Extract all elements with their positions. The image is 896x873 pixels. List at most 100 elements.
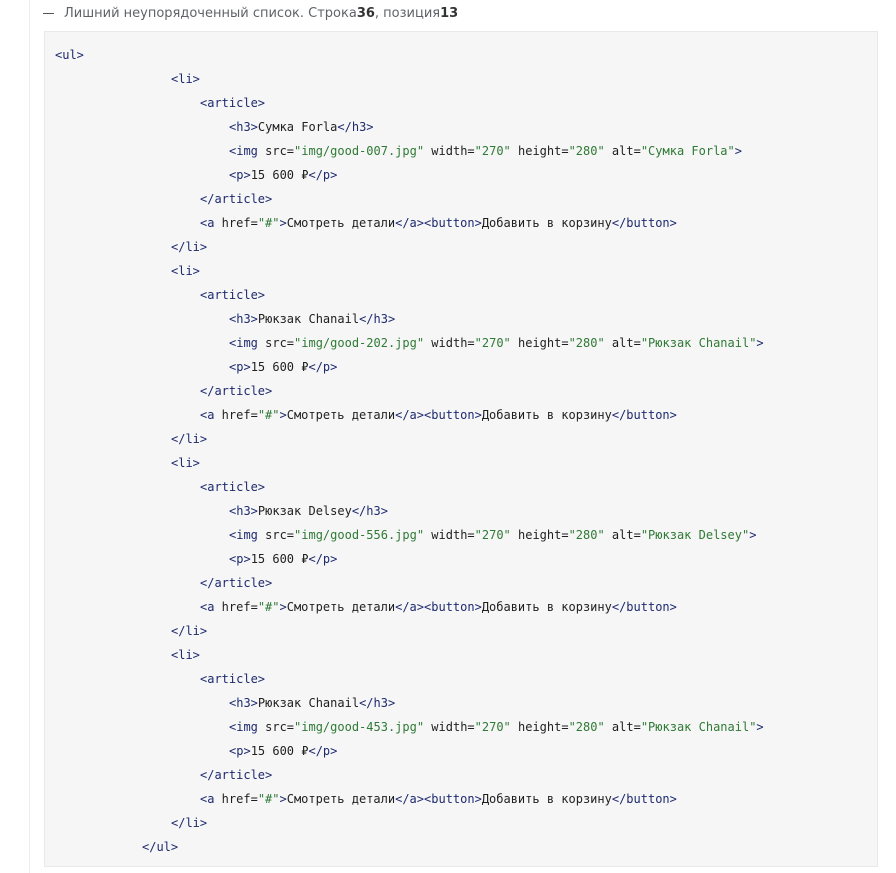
code-line-img: <img src="img/good-556.jpg" width="270" … [229, 525, 756, 545]
code-token: </a> [395, 792, 425, 806]
code-token: <button> [424, 792, 482, 806]
code-token: Рюкзак Delsey [257, 504, 352, 518]
code-token: </a> [395, 408, 425, 422]
code-line-h3: <h3>Сумка Forla</h3> [229, 117, 374, 137]
code-token: </p> [308, 168, 338, 182]
code-token: </a> [395, 216, 425, 230]
code-token: width= [424, 720, 475, 734]
code-token: </h3> [359, 312, 396, 326]
left-divider [29, 0, 30, 873]
code-line-actions: <a href="#">Смотреть детали</a><button>Д… [200, 789, 677, 809]
code-line-actions: <a href="#">Смотреть детали</a><button>Д… [200, 597, 677, 617]
code-line-li-open: <li> [171, 69, 200, 89]
code-line-ul-close: </ul> [142, 837, 178, 857]
code-token: <a [200, 792, 215, 806]
code-token: <a [200, 216, 215, 230]
code-token: <img [229, 720, 258, 734]
code-line-price: <p>15 600 ₽</p> [229, 549, 337, 569]
code-token: </article> [200, 768, 273, 782]
code-token: </li> [171, 432, 208, 446]
code-token: <p> [229, 168, 251, 182]
code-line-article-open: <article> [200, 285, 265, 305]
code-token: <article> [200, 96, 266, 110]
code-token: width= [424, 144, 475, 158]
code-line-h3: <h3>Рюкзак Delsey</h3> [229, 501, 388, 521]
code-token: <li> [171, 456, 200, 470]
code-token: </ul> [142, 840, 179, 854]
code-line-img: <img src="img/good-453.jpg" width="270" … [229, 717, 764, 737]
code-token: </p> [308, 360, 338, 374]
code-line-article-open: <article> [200, 93, 265, 113]
code-token: <p> [229, 360, 251, 374]
code-token: height= [510, 720, 569, 734]
code-token: href= [214, 600, 258, 614]
code-token: </li> [171, 240, 208, 254]
error-text: Лишний неупорядоченный список. Строка [64, 5, 357, 21]
code-token: src= [257, 144, 295, 158]
code-token: Смотреть детали [286, 216, 396, 230]
code-token: "Сумка Forla" [640, 144, 735, 158]
code-token: "img/good-007.jpg" [294, 144, 425, 158]
code-line-article-open: <article> [200, 477, 265, 497]
code-token: </h3> [359, 696, 396, 710]
code-line-li-close: </li> [171, 237, 207, 257]
code-token: Рюкзак Chanail [257, 696, 360, 710]
code-token: <p> [229, 552, 251, 566]
code-token: 15 600 ₽ [250, 744, 309, 758]
code-token: </article> [200, 576, 273, 590]
code-token: width= [424, 528, 475, 542]
code-token: Добавить в корзину [481, 408, 612, 422]
code-token: alt= [604, 144, 641, 158]
code-line-article-close: </article> [200, 573, 272, 593]
code-token: </button> [611, 408, 677, 422]
code-token: > [756, 336, 764, 350]
dash-icon [43, 12, 54, 14]
code-token: "#" [257, 408, 280, 422]
error-line-number: 36 [356, 5, 375, 21]
code-token: <img [229, 336, 258, 350]
code-token: <article> [200, 672, 266, 686]
code-line-img: <img src="img/good-007.jpg" width="270" … [229, 141, 742, 161]
code-token: "#" [257, 216, 280, 230]
code-token: "270" [474, 336, 511, 350]
code-token: <li> [171, 72, 200, 86]
code-line-li-open: <li> [171, 261, 200, 281]
code-line-article-close: </article> [200, 189, 272, 209]
code-token: "#" [257, 792, 280, 806]
code-token: Рюкзак Chanail [257, 312, 360, 326]
code-line-price: <p>15 600 ₽</p> [229, 357, 337, 377]
code-token: alt= [604, 528, 641, 542]
error-separator: , позиция [374, 5, 441, 21]
code-line-img: <img src="img/good-202.jpg" width="270" … [229, 333, 764, 353]
code-token: <li> [171, 648, 200, 662]
code-token: > [279, 600, 287, 614]
code-token: <h3> [229, 504, 258, 518]
code-token: <button> [424, 408, 482, 422]
code-line-li-close: </li> [171, 813, 207, 833]
code-token: </h3> [337, 120, 374, 134]
code-token: "Рюкзак Chanail" [640, 336, 757, 350]
code-token: "Рюкзак Delsey" [640, 528, 750, 542]
code-token: </p> [308, 744, 338, 758]
code-token: "280" [568, 720, 605, 734]
code-token: </button> [611, 216, 677, 230]
code-token: src= [257, 528, 295, 542]
code-line-li-close: </li> [171, 621, 207, 641]
code-token: src= [257, 336, 295, 350]
error-position: 13 [440, 5, 459, 21]
code-line-price: <p>15 600 ₽</p> [229, 165, 337, 185]
code-token: alt= [604, 336, 641, 350]
code-line-h3: <h3>Рюкзак Chanail</h3> [229, 309, 395, 329]
code-token: <article> [200, 480, 266, 494]
code-token: Смотреть детали [286, 792, 396, 806]
code-token: height= [510, 336, 569, 350]
code-token: Добавить в корзину [481, 216, 612, 230]
code-token: <p> [229, 744, 251, 758]
code-token: height= [510, 144, 569, 158]
code-token: > [734, 144, 742, 158]
code-token: </a> [395, 600, 425, 614]
code-token: "270" [474, 528, 511, 542]
code-token: Добавить в корзину [481, 792, 612, 806]
code-line-actions: <a href="#">Смотреть детали</a><button>Д… [200, 213, 677, 233]
code-token: <a [200, 408, 215, 422]
